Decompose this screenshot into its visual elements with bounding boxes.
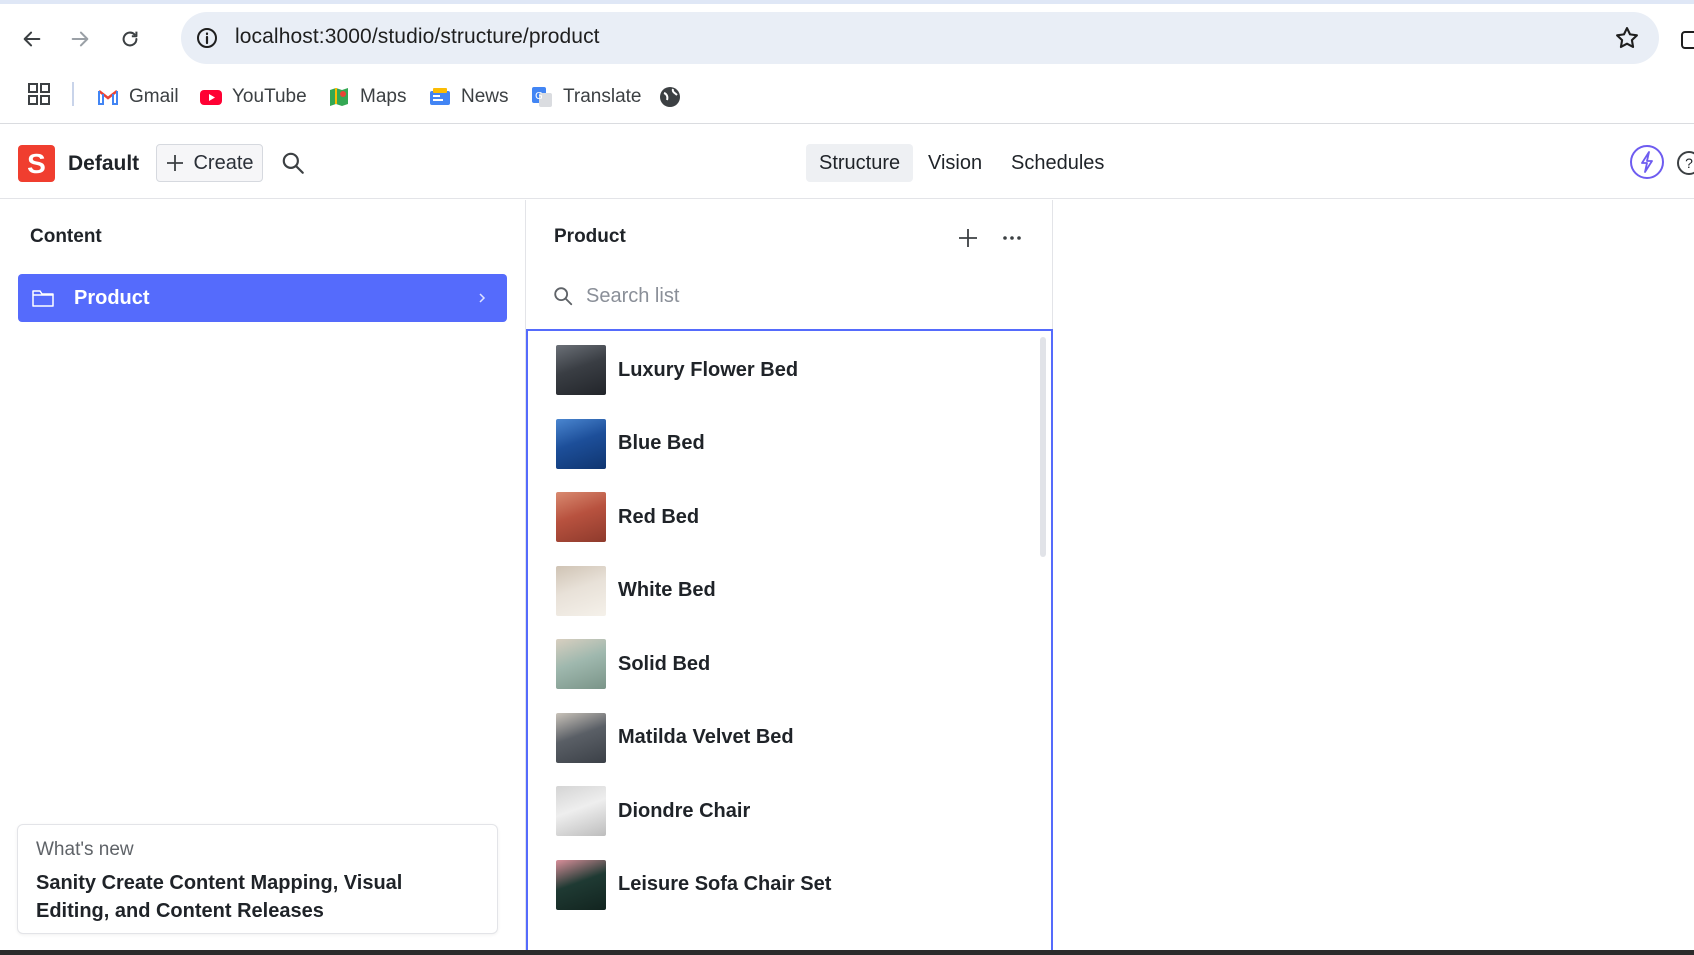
content-item-label: Product bbox=[74, 286, 150, 309]
bookmark-label: Maps bbox=[360, 86, 407, 107]
product-title: Red Bed bbox=[618, 505, 700, 528]
workspace-name[interactable]: Default bbox=[68, 152, 139, 176]
list-item[interactable]: White Bed bbox=[528, 561, 1038, 621]
bookmark-label: Gmail bbox=[129, 86, 179, 107]
product-title: Solid Bed bbox=[618, 652, 711, 675]
content-pane-title: Content bbox=[30, 226, 102, 247]
extensions-icon[interactable] bbox=[1680, 28, 1694, 52]
whats-new-card[interactable]: What's new Sanity Create Content Mapping… bbox=[17, 824, 498, 934]
content-pane: Content Product What's new Sanity Create… bbox=[0, 200, 526, 955]
taskbar-edge bbox=[0, 950, 1694, 955]
list-item[interactable]: Blue Bed bbox=[528, 414, 1038, 474]
product-thumbnail bbox=[556, 786, 606, 836]
bookmark-label: News bbox=[461, 86, 509, 107]
bookmarks-bar: Gmail YouTube Maps News G Translate bbox=[0, 70, 1694, 124]
chevron-right-icon bbox=[479, 293, 486, 303]
product-thumbnail bbox=[556, 565, 606, 616]
arrow-left-icon bbox=[23, 31, 41, 47]
product-thumbnail bbox=[556, 345, 606, 395]
search-icon[interactable] bbox=[280, 150, 306, 176]
search-list-field[interactable] bbox=[552, 280, 1022, 312]
list-item[interactable]: Diondre Chair bbox=[528, 781, 1038, 841]
browser-toolbar: localhost:3000/studio/structure/product bbox=[0, 4, 1694, 70]
news-icon bbox=[430, 88, 450, 105]
site-info-icon[interactable] bbox=[195, 26, 219, 50]
bookmark-translate[interactable]: G Translate bbox=[530, 82, 642, 112]
search-list-input[interactable] bbox=[586, 284, 986, 308]
tab-structure[interactable]: Structure bbox=[806, 144, 914, 182]
plus-icon bbox=[167, 155, 184, 171]
product-thumbnail bbox=[556, 712, 606, 763]
product-title: White Bed bbox=[618, 579, 716, 601]
bookmarks-separator bbox=[72, 82, 74, 106]
add-document-icon[interactable] bbox=[956, 226, 980, 250]
address-bar[interactable]: localhost:3000/studio/structure/product bbox=[181, 12, 1659, 64]
whats-new-kicker: What's new bbox=[36, 839, 134, 860]
bookmark-youtube[interactable]: YouTube bbox=[199, 82, 307, 112]
help-icon[interactable]: ? bbox=[1677, 151, 1694, 175]
studio-navbar: S Default Create Structure Vision Schedu… bbox=[0, 125, 1694, 199]
create-label: Create bbox=[193, 151, 254, 174]
content-item-product[interactable]: Product bbox=[18, 274, 507, 322]
bolt-icon[interactable] bbox=[1630, 145, 1664, 179]
tab-schedules[interactable]: Schedules bbox=[998, 144, 1117, 182]
gmail-icon bbox=[98, 90, 118, 105]
whats-new-title[interactable]: Sanity Create Content Mapping, Visual Ed… bbox=[36, 869, 476, 925]
maps-icon bbox=[330, 88, 348, 106]
product-thumbnail bbox=[556, 639, 606, 689]
bookmark-label: YouTube bbox=[232, 86, 307, 107]
svg-text:G: G bbox=[535, 91, 543, 102]
bookmark-label: Translate bbox=[563, 86, 642, 107]
product-pane-title: Product bbox=[554, 226, 626, 247]
product-title: Leisure Sofa Chair Set bbox=[618, 873, 832, 895]
product-title: Luxury Flower Bed bbox=[618, 358, 799, 381]
arrow-right-icon bbox=[71, 31, 89, 47]
forward-button[interactable] bbox=[62, 21, 98, 57]
product-thumbnail bbox=[556, 859, 606, 910]
reload-button[interactable] bbox=[112, 21, 148, 57]
list-item[interactable]: Solid Bed bbox=[528, 634, 1038, 694]
search-icon bbox=[554, 287, 573, 306]
globe-icon bbox=[660, 87, 680, 107]
youtube-icon bbox=[200, 90, 222, 105]
back-button[interactable] bbox=[14, 21, 50, 57]
product-list[interactable]: Luxury Flower Bed Blue Bed Red Bed White Be… bbox=[526, 329, 1053, 955]
product-title: Blue Bed bbox=[618, 432, 705, 454]
list-item[interactable]: Luxury Flower Bed bbox=[528, 340, 1038, 400]
list-item[interactable]: Matilda Velvet Bed bbox=[528, 708, 1038, 768]
more-options-icon[interactable] bbox=[1000, 226, 1024, 250]
bookmark-gmail[interactable]: Gmail bbox=[96, 82, 179, 112]
folder-icon bbox=[32, 290, 54, 307]
product-thumbnail bbox=[556, 418, 606, 469]
apps-grid-icon[interactable] bbox=[27, 82, 51, 106]
tab-vision[interactable]: Vision bbox=[915, 144, 995, 182]
product-title: Diondre Chair bbox=[618, 799, 751, 822]
bookmark-maps[interactable]: Maps bbox=[327, 82, 406, 112]
bookmark-news[interactable]: News bbox=[428, 82, 509, 112]
bookmark-star-icon[interactable] bbox=[1613, 24, 1641, 52]
scrollbar[interactable] bbox=[1040, 337, 1046, 557]
product-title: Matilda Velvet Bed bbox=[618, 726, 794, 748]
url-text[interactable]: localhost:3000/studio/structure/product bbox=[235, 25, 600, 49]
translate-icon: G bbox=[532, 87, 552, 107]
reload-icon bbox=[122, 31, 138, 47]
create-button[interactable]: Create bbox=[156, 144, 263, 182]
product-pane: Product Luxury Flower Bed Blue Bed Red Bed… bbox=[526, 200, 1053, 955]
product-thumbnail bbox=[556, 492, 606, 542]
studio-logo[interactable]: S bbox=[18, 145, 55, 182]
list-item[interactable]: Red Bed bbox=[528, 487, 1038, 547]
bookmark-globe[interactable] bbox=[658, 82, 691, 112]
list-item[interactable]: Leisure Sofa Chair Set bbox=[528, 855, 1038, 915]
